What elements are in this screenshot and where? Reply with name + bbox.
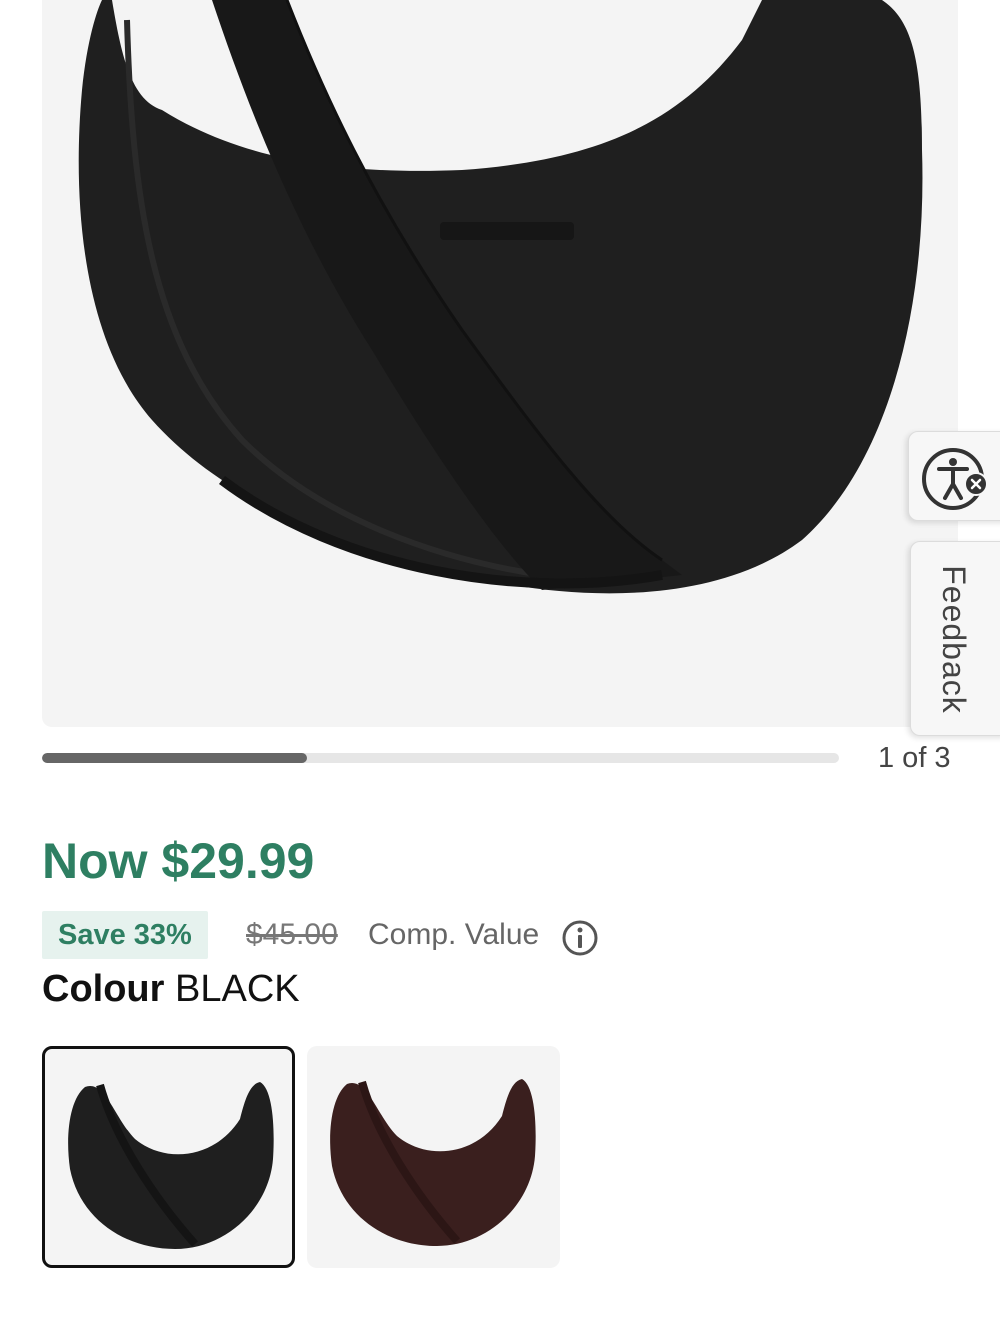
gallery-page-indicator: 1 of 3 <box>878 742 951 774</box>
colour-swatch-black[interactable] <box>42 1046 295 1268</box>
colour-swatch-brown[interactable] <box>307 1046 560 1268</box>
gallery-progress-fill <box>42 753 308 763</box>
comp-value-price: $45.00 <box>246 918 338 951</box>
bag-thumbnail-black <box>68 1082 274 1249</box>
current-price: Now $29.99 <box>42 833 315 889</box>
colour-selection-label: Colour BLACK <box>42 968 300 1011</box>
product-image[interactable] <box>42 0 958 727</box>
colour-label: Colour <box>42 968 165 1010</box>
colour-value: BLACK <box>175 968 300 1010</box>
accessibility-button[interactable] <box>908 431 1000 521</box>
bag-thumbnail-brown <box>330 1079 536 1246</box>
feedback-tab[interactable]: Feedback <box>910 541 1000 736</box>
gallery-progress-bar <box>42 753 839 763</box>
feedback-label: Feedback <box>936 565 973 714</box>
save-badge: Save 33% <box>42 911 208 959</box>
info-icon[interactable] <box>562 920 598 956</box>
bag-illustration <box>78 0 923 594</box>
comp-value-label: Comp. Value <box>368 918 540 951</box>
accessibility-icon <box>922 448 988 510</box>
